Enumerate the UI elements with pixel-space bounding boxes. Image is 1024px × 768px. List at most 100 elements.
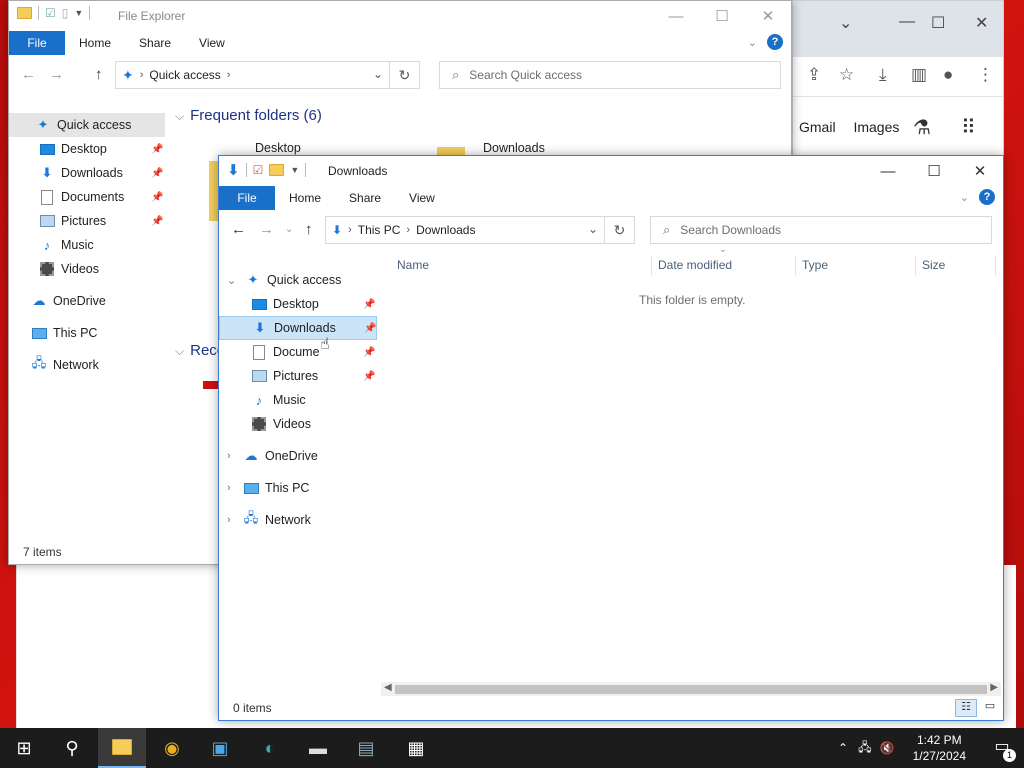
taskbar-calculator[interactable]: ▦ [392, 728, 440, 768]
pin-icon[interactable]: 📌 [151, 216, 163, 227]
column-date-modified[interactable]: Date modified [658, 252, 732, 278]
tab-home[interactable]: Home [275, 191, 335, 205]
star-icon[interactable]: ☆ [839, 65, 854, 85]
breadcrumb-this-pc[interactable]: This PC [358, 223, 401, 237]
chevron-down-icon[interactable]: ⌄ [227, 274, 236, 287]
minimize-button[interactable]: — [653, 1, 699, 31]
search-input[interactable]: ⌕ Search Quick access [439, 61, 781, 89]
file-thumbnail[interactable] [203, 381, 219, 389]
taskbar-notepad[interactable]: ▤ [342, 728, 390, 768]
nav-item-pictures[interactable]: Pictures 📌 [219, 364, 377, 388]
tab-view[interactable]: View [395, 191, 449, 205]
nav-item-onedrive[interactable]: › ☁ OneDrive [219, 444, 377, 468]
maximize-button[interactable]: ☐ [699, 1, 745, 31]
search-input[interactable]: ⌕ Search Downloads [650, 216, 992, 244]
nav-item-desktop[interactable]: Desktop 📌 [219, 292, 377, 316]
taskbar-file-explorer[interactable] [98, 728, 146, 768]
taskbar-chrome[interactable]: ◉ [148, 728, 196, 768]
chevron-right-icon[interactable]: › [227, 450, 231, 462]
tile-downloads[interactable]: Downloads [483, 141, 545, 155]
refresh-icon[interactable]: ↻ [389, 62, 419, 88]
nav-item-videos[interactable]: Videos [219, 412, 377, 436]
chevron-down-icon[interactable]: ⌄ [839, 13, 852, 33]
network-tray-icon[interactable]: 🖧 [858, 738, 871, 759]
back-icon[interactable]: ← [21, 66, 36, 83]
close-button[interactable]: ✕ [745, 1, 791, 31]
tab-home[interactable]: Home [65, 36, 125, 50]
forward-icon[interactable]: → [259, 221, 274, 238]
notifications-button[interactable]: ▭ 1 [990, 736, 1016, 762]
sidepanel-icon[interactable]: ▥ [911, 65, 927, 85]
column-type[interactable]: Type [802, 252, 828, 278]
help-icon[interactable]: ? [767, 34, 783, 50]
images-link[interactable]: Images [853, 119, 899, 135]
share-icon[interactable]: ⇪ [807, 65, 821, 85]
column-size[interactable]: Size [922, 252, 945, 278]
nav-item-this-pc[interactable]: This PC [9, 321, 165, 345]
nav-item-videos[interactable]: Videos [9, 257, 165, 281]
refresh-icon[interactable]: ↻ [604, 217, 634, 243]
frequent-folders-header[interactable]: ⌵ Frequent folders (6) [175, 107, 322, 124]
nav-item-this-pc[interactable]: › This PC [219, 476, 377, 500]
minimize-button[interactable]: — [865, 156, 911, 186]
breadcrumb-quick-access[interactable]: Quick access [149, 68, 220, 82]
new-folder-icon[interactable] [269, 164, 285, 176]
apps-grid-icon[interactable]: ⠿ [961, 115, 976, 140]
address-bar[interactable]: ⬇ › This PC › Downloads ⌄ ↻ [325, 216, 635, 244]
scroll-right-icon[interactable]: ▶ [990, 682, 998, 693]
gmail-link[interactable]: Gmail [799, 119, 836, 135]
show-hidden-icons-icon[interactable]: ⌃ [838, 741, 848, 755]
nav-item-quick-access[interactable]: ✦ Quick access [9, 113, 165, 137]
breadcrumb-downloads[interactable]: Downloads [416, 223, 475, 237]
pin-icon[interactable]: 📌 [151, 192, 163, 203]
search-button[interactable]: ⚲ [48, 728, 96, 768]
nav-item-network[interactable]: › 🖧 Network [219, 508, 377, 532]
horizontal-scrollbar[interactable]: ◀ ▶ [381, 682, 1001, 696]
up-icon[interactable]: ↑ [305, 221, 313, 238]
volume-muted-icon[interactable]: 🔇 [879, 741, 894, 755]
pin-icon[interactable]: 📌 [151, 168, 163, 179]
maximize-button[interactable]: ☐ [911, 156, 957, 186]
clock[interactable]: 1:42 PM 1/27/2024 [913, 732, 966, 764]
file-tab[interactable]: File [219, 186, 275, 210]
file-explorer-window-downloads[interactable]: ⬇ ☑ ▼ Downloads — ☐ ✕ File Home Share Vi… [218, 155, 1004, 721]
nav-item-pictures[interactable]: Pictures 📌 [9, 209, 165, 233]
nav-item-network[interactable]: 🖧 Network [9, 353, 165, 377]
nav-item-quick-access[interactable]: ⌄ ✦ Quick access [219, 268, 377, 292]
pin-icon[interactable]: 📌 [363, 299, 375, 310]
nav-item-documents[interactable]: Documents 📌 [9, 185, 165, 209]
taskbar-edge[interactable]: ◐ [246, 728, 294, 768]
nav-item-music[interactable]: ♪ Music [9, 233, 165, 257]
column-name[interactable]: Name [397, 252, 429, 278]
chevron-right-icon[interactable]: › [227, 514, 231, 526]
pin-icon[interactable]: 📌 [151, 144, 163, 155]
large-icons-view-icon[interactable]: ▭ [981, 699, 999, 717]
nav-item-onedrive[interactable]: ☁ OneDrive [9, 289, 165, 313]
address-dropdown-icon[interactable]: ⌄ [373, 67, 383, 81]
nav-item-desktop[interactable]: Desktop 📌 [9, 137, 165, 161]
nav-item-downloads[interactable]: ⬇ Downloads 📌 [219, 316, 377, 340]
chevron-down-icon[interactable]: ▼ [290, 165, 299, 175]
labs-icon[interactable]: ⚗ [913, 115, 931, 140]
details-view-icon[interactable]: ☷ [955, 699, 977, 717]
pin-icon[interactable]: 📌 [363, 347, 375, 358]
tile-desktop[interactable]: Desktop [255, 141, 301, 155]
profile-icon[interactable]: ● [943, 65, 953, 85]
tab-share[interactable]: Share [335, 191, 395, 205]
chevron-down-icon[interactable]: ▼ [74, 8, 83, 18]
chevron-right-icon[interactable]: › [227, 482, 231, 494]
scroll-left-icon[interactable]: ◀ [384, 682, 392, 693]
expand-ribbon-icon[interactable]: ⌄ [960, 191, 969, 204]
maximize-icon[interactable]: ☐ [931, 13, 945, 33]
close-button[interactable]: ✕ [957, 156, 1003, 186]
nav-item-music[interactable]: ♪ Music [219, 388, 377, 412]
tab-view[interactable]: View [185, 36, 239, 50]
start-button[interactable]: ⊞ [0, 728, 48, 768]
properties-icon[interactable]: ☑ [45, 6, 56, 20]
minimize-icon[interactable]: — [899, 13, 915, 31]
forward-icon[interactable]: → [49, 66, 64, 83]
new-folder-icon[interactable]: ▯ [62, 6, 69, 20]
up-icon[interactable]: ↑ [95, 66, 103, 83]
download-icon[interactable]: ⤓ [879, 65, 887, 85]
more-icon[interactable]: ⋮ [977, 65, 994, 85]
